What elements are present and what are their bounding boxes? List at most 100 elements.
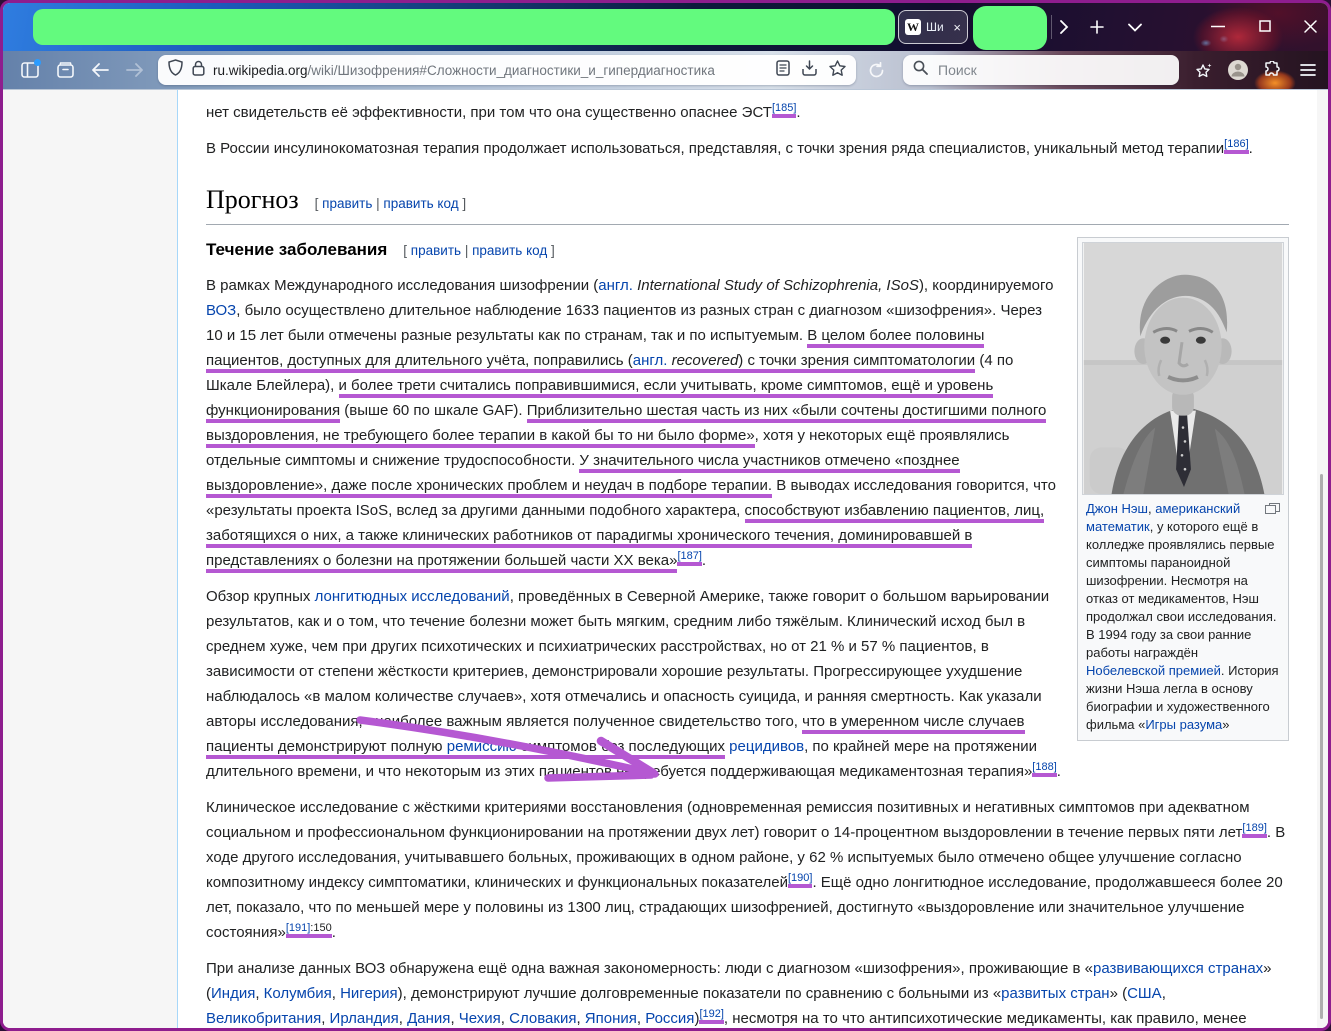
text-run: , bbox=[450, 1010, 459, 1027]
text-run: , проведённых в Северной Америке, также … bbox=[206, 588, 1050, 730]
text-run: . bbox=[1248, 140, 1253, 157]
url-text: ru.wikipedia.org/wiki/Шизофрения#Сложнос… bbox=[213, 63, 768, 78]
text-run: » bbox=[1222, 717, 1230, 732]
wiki-link[interactable]: лонгитюдных исследований bbox=[315, 588, 510, 605]
edit-code-link[interactable]: править код bbox=[472, 243, 547, 258]
text-run: ) с точки зрения симптоматологии bbox=[738, 352, 976, 373]
lock-icon[interactable] bbox=[192, 60, 205, 81]
heading-text: Прогноз bbox=[206, 185, 299, 214]
refresh-icon[interactable] bbox=[863, 57, 889, 83]
wiki-link[interactable]: Индия bbox=[211, 985, 255, 1002]
menu-icon[interactable] bbox=[1295, 57, 1321, 83]
reader-view-icon[interactable] bbox=[776, 59, 790, 81]
bookmark-star-icon[interactable] bbox=[829, 59, 846, 81]
text-run: , bbox=[1161, 985, 1166, 1002]
wiki-link[interactable]: Нигерия bbox=[340, 985, 398, 1002]
wiki-link[interactable]: Колумбия bbox=[264, 985, 332, 1002]
heading-text: Течение заболевания bbox=[206, 240, 388, 259]
wiki-link[interactable]: развитых стран bbox=[1001, 985, 1109, 1002]
text-run: . bbox=[1056, 763, 1061, 780]
wiki-link[interactable]: Ирландия bbox=[330, 1010, 399, 1027]
expand-icon[interactable] bbox=[1265, 503, 1280, 514]
search-box[interactable] bbox=[903, 55, 1179, 85]
edit-link[interactable]: править bbox=[411, 243, 461, 258]
paragraph-clinical: Клиническое исследование с жёсткими крит… bbox=[206, 795, 1289, 945]
close-icon[interactable] bbox=[1293, 11, 1327, 41]
shield-icon[interactable] bbox=[168, 59, 183, 81]
paragraph-ect: нет свидетельств её эффективности, при т… bbox=[206, 100, 1289, 125]
text-run: , bbox=[500, 1010, 510, 1027]
text-run: , bbox=[331, 985, 341, 1002]
back-icon[interactable] bbox=[87, 57, 113, 83]
minimize-icon[interactable] bbox=[1201, 11, 1235, 41]
scrollbar[interactable] bbox=[1320, 474, 1323, 1019]
maximize-icon[interactable] bbox=[1248, 11, 1282, 41]
url-bar[interactable]: ru.wikipedia.org/wiki/Шизофрения#Сложнос… bbox=[158, 55, 856, 85]
text-run: , bbox=[321, 1010, 330, 1027]
text-run: . bbox=[331, 924, 336, 941]
account-icon[interactable] bbox=[1225, 57, 1251, 83]
extensions-icon[interactable] bbox=[1259, 57, 1285, 83]
wiki-link[interactable]: ВОЗ bbox=[206, 302, 236, 319]
text-run: нет свидетельств её эффективности, при т… bbox=[206, 104, 772, 121]
search-input[interactable] bbox=[936, 61, 1140, 79]
wiki-link[interactable]: ремиссию bbox=[446, 738, 517, 759]
wiki-link[interactable]: Чехия bbox=[459, 1010, 501, 1027]
bookmarks-menu-icon[interactable] bbox=[1191, 57, 1217, 83]
container-icon[interactable] bbox=[52, 57, 78, 83]
annotation-highlight-tabstrip bbox=[33, 9, 895, 45]
text-run: , bbox=[398, 1010, 408, 1027]
paragraph-insulin: В России инсулинокоматозная терапия прод… bbox=[206, 136, 1289, 161]
tab-title: Ши bbox=[926, 20, 944, 34]
text-run: (выше 60 по шкале GAF). bbox=[340, 402, 527, 419]
new-tab-icon[interactable] bbox=[1083, 13, 1111, 41]
wiki-link[interactable]: Игры разума bbox=[1145, 717, 1222, 732]
edit-link[interactable]: править bbox=[322, 196, 372, 211]
wiki-link[interactable]: [187] bbox=[677, 550, 702, 566]
text-run: :150 bbox=[310, 922, 332, 938]
text-run: , bbox=[255, 985, 264, 1002]
wiki-link[interactable]: [189] bbox=[1242, 822, 1267, 838]
wiki-link[interactable]: [190] bbox=[787, 872, 813, 888]
wiki-link[interactable]: развивающихся странах bbox=[1093, 960, 1263, 977]
text-run: симптомов без последующих bbox=[516, 738, 725, 759]
article-content: нет свидетельств её эффективности, при т… bbox=[177, 90, 1317, 1028]
wiki-link[interactable]: Джон Нэш bbox=[1086, 501, 1148, 516]
tab-scroll-right-icon[interactable] bbox=[1050, 13, 1078, 41]
wikipedia-favicon: W bbox=[905, 19, 921, 35]
wiki-link[interactable]: [185] bbox=[771, 102, 797, 118]
wiki-link[interactable]: Дания bbox=[407, 1010, 450, 1027]
text-run: . bbox=[701, 552, 707, 569]
wiki-link[interactable]: англ. bbox=[632, 352, 668, 373]
navigation-toolbar: ru.wikipedia.org/wiki/Шизофрения#Сложнос… bbox=[3, 51, 1328, 93]
wiki-link[interactable]: США bbox=[1127, 985, 1162, 1002]
list-tabs-icon[interactable] bbox=[1121, 13, 1149, 41]
tab-close-icon[interactable]: × bbox=[953, 21, 961, 34]
nash-thumbnail[interactable]: Джон Нэш, американский математик, у кото… bbox=[1077, 237, 1289, 741]
wiki-link[interactable]: Великобритания bbox=[206, 1010, 321, 1027]
notification-dot bbox=[34, 59, 41, 66]
edit-code-link[interactable]: править код bbox=[383, 196, 458, 211]
tab-wikipedia[interactable]: W Ши × bbox=[898, 10, 968, 44]
nash-photo[interactable] bbox=[1082, 242, 1284, 495]
wiki-link[interactable]: англ. bbox=[598, 277, 633, 294]
wiki-link[interactable]: [186] bbox=[1224, 138, 1249, 154]
text-run: , bbox=[576, 1010, 585, 1027]
wiki-link[interactable]: Россия bbox=[645, 1010, 694, 1027]
wiki-link[interactable]: Нобелевской премией bbox=[1086, 663, 1221, 678]
save-page-icon[interactable] bbox=[802, 59, 817, 81]
text-run: , bbox=[636, 1010, 646, 1027]
wiki-link[interactable]: [188] bbox=[1032, 761, 1057, 777]
wiki-link[interactable]: [192] bbox=[699, 1008, 724, 1024]
text-run: Клиническое исследование с жёсткими крит… bbox=[206, 799, 1250, 841]
wiki-link[interactable]: рецидивов bbox=[729, 738, 804, 755]
sidebar-icon[interactable] bbox=[17, 57, 43, 83]
wiki-link[interactable]: Словакия bbox=[509, 1010, 576, 1027]
annotation-highlight-tab bbox=[973, 6, 1047, 50]
text-run: » ( bbox=[1109, 985, 1128, 1002]
forward-icon[interactable] bbox=[122, 57, 148, 83]
text-run: В рамках Международного исследования шиз… bbox=[206, 277, 599, 294]
text-run: Обзор крупных bbox=[206, 588, 315, 605]
wiki-link[interactable]: Япония bbox=[585, 1010, 637, 1027]
wiki-link[interactable]: [191] bbox=[285, 922, 311, 938]
